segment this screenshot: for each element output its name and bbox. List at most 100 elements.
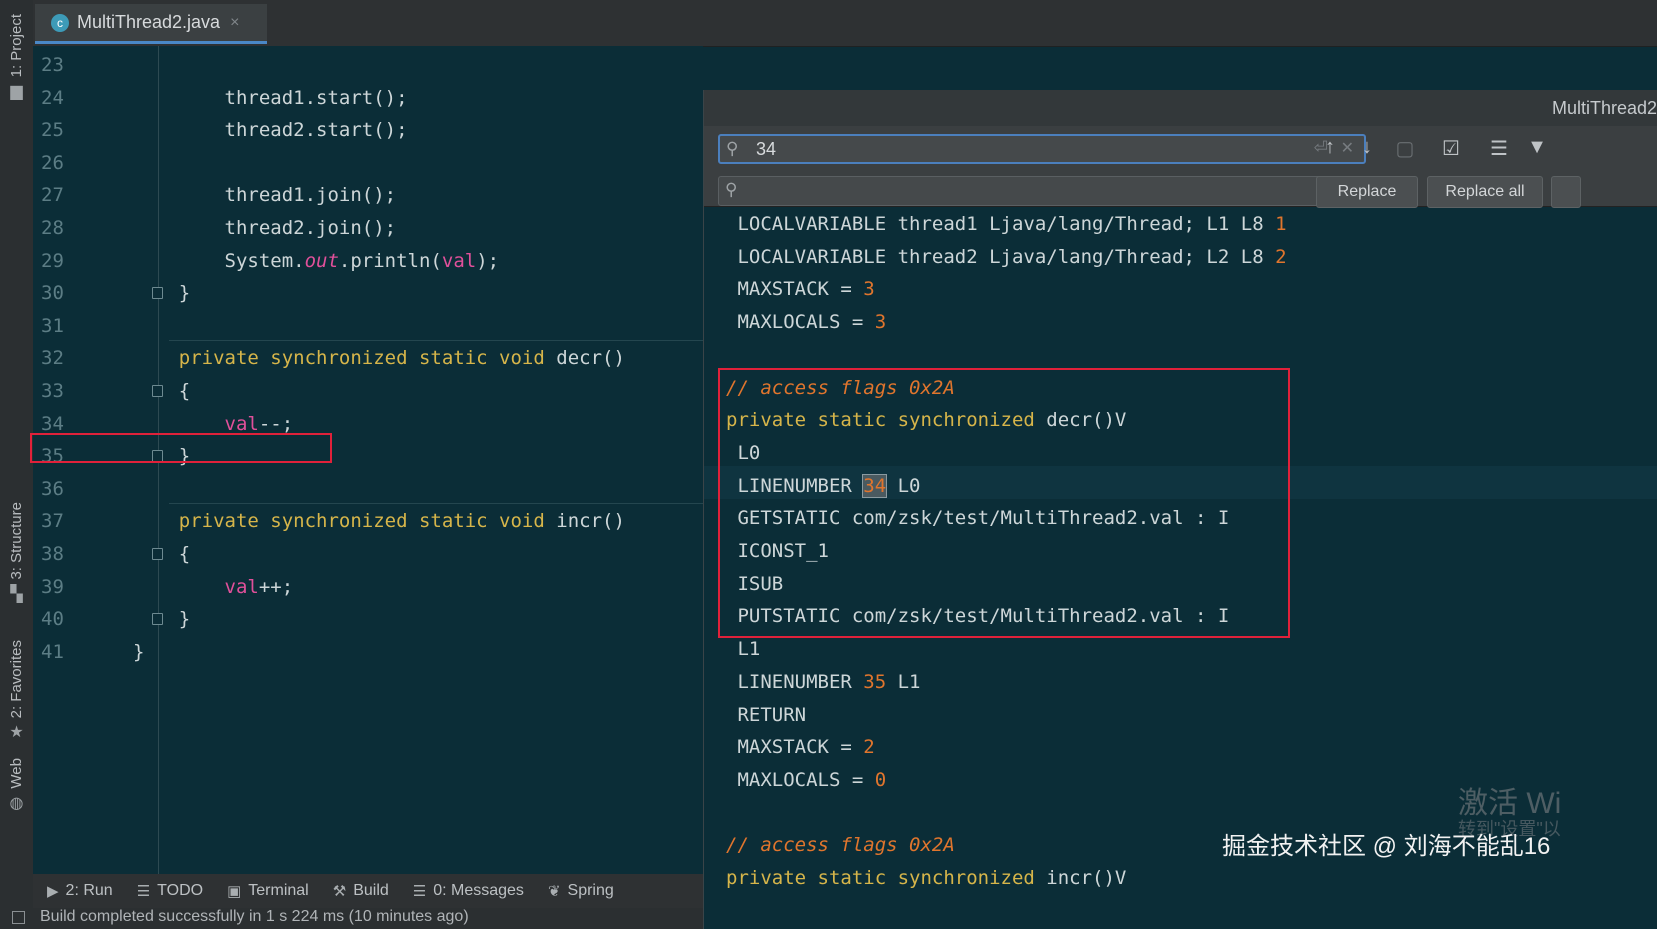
code-text: {: [133, 374, 190, 408]
bytecode-text: MAXLOCALS = 3: [726, 306, 886, 339]
bytecode-token: // access flags 0x2A: [726, 834, 955, 857]
code-token: --;: [258, 412, 294, 435]
bytecode-line[interactable]: MAXSTACK = 2: [704, 731, 1657, 764]
bytecode-token: private static synchronized: [726, 867, 1035, 889]
code-line-23[interactable]: 23: [33, 48, 703, 82]
exclude-button[interactable]: [1551, 176, 1581, 208]
bytecode-line[interactable]: LOCALVARIABLE thread2 Ljava/lang/Thread;…: [704, 241, 1657, 274]
line-number[interactable]: 36: [41, 472, 81, 506]
line-number[interactable]: 25: [41, 113, 81, 147]
line-number[interactable]: 37: [41, 504, 81, 538]
status-message: Build completed successfully in 1 s 224 …: [40, 908, 469, 925]
bytecode-line[interactable]: LINENUMBER 35 L1: [704, 666, 1657, 699]
replace-button[interactable]: Replace: [1316, 176, 1418, 208]
tool-tab-structure-label: 3: Structure: [8, 502, 25, 580]
line-number[interactable]: 38: [41, 537, 81, 571]
line-number[interactable]: 27: [41, 178, 81, 212]
close-icon[interactable]: ×: [230, 14, 239, 32]
line-number[interactable]: 24: [41, 81, 81, 115]
bytecode-title: MultiThread2: [1551, 98, 1657, 118]
code-token: private synchronized static void: [178, 347, 545, 370]
search-input[interactable]: ⚲ 34 ⏎ ✕: [718, 134, 1366, 164]
match-case-icon[interactable]: ☑: [1438, 136, 1464, 161]
bytecode-text: // access flags 0x2A: [726, 829, 955, 862]
code-token: thread2.join();: [133, 217, 397, 239]
code-line-29[interactable]: 29 System.out.println(val);: [33, 244, 703, 278]
code-line-25[interactable]: 25 thread2.start();: [33, 113, 703, 147]
bytecode-text: LINENUMBER 35 L1: [726, 666, 920, 699]
code-line-28[interactable]: 28 thread2.join();: [33, 211, 703, 245]
line-number[interactable]: 33: [41, 374, 81, 408]
line-number[interactable]: 39: [41, 570, 81, 604]
code-line-27[interactable]: 27 thread1.join();: [33, 178, 703, 212]
source-credit-watermark: 掘金技术社区 @ 刘海不能乱16: [1222, 833, 1551, 860]
bytecode-line[interactable]: MAXLOCALS = 3: [704, 306, 1657, 339]
tool-button-label: Terminal: [248, 882, 309, 899]
code-line-41[interactable]: 41}: [33, 635, 703, 669]
line-number[interactable]: 28: [41, 211, 81, 245]
file-tab-multithread2[interactable]: c MultiThread2.java ×: [35, 4, 267, 44]
line-number[interactable]: 23: [41, 48, 81, 82]
code-token: val: [224, 575, 259, 598]
code-line-36[interactable]: 36: [33, 472, 703, 506]
code-line-26[interactable]: 26: [33, 146, 703, 180]
code-line-33[interactable]: 33 {: [33, 374, 703, 408]
line-number[interactable]: 40: [41, 602, 81, 636]
star-icon: ★: [9, 724, 24, 742]
bytecode-line[interactable]: LOCALVARIABLE thread1 Ljava/lang/Thread;…: [704, 208, 1657, 241]
replace-all-button[interactable]: Replace all: [1427, 176, 1543, 208]
code-text: thread2.start();: [133, 113, 408, 147]
code-token: thread1.join();: [133, 184, 397, 207]
code-line-32[interactable]: 32 private synchronized static void decr…: [33, 341, 703, 375]
line-number[interactable]: 31: [41, 309, 81, 343]
bytecode-token: RETURN: [726, 703, 807, 726]
code-line-37[interactable]: 37 private synchronized static void incr…: [33, 504, 703, 538]
status-toggle-icon[interactable]: [12, 911, 25, 924]
line-number[interactable]: 32: [41, 341, 81, 375]
code-line-31[interactable]: 31: [33, 309, 703, 343]
tool-button-spring[interactable]: ❦ Spring: [548, 882, 614, 900]
code-token: {: [133, 543, 191, 565]
bytecode-line[interactable]: MAXSTACK = 3: [704, 273, 1657, 306]
tool-tab-structure[interactable]: 3: Structure ▚: [3, 502, 30, 604]
tool-tab-project[interactable]: 1: Project ▆: [3, 14, 30, 101]
replace-input[interactable]: ⚲: [718, 176, 1366, 206]
line-number[interactable]: 29: [41, 244, 81, 278]
code-text: private synchronized static void incr(): [133, 504, 625, 538]
tool-button-build[interactable]: ⚒ Build: [333, 882, 389, 900]
bytecode-token: LOCALVARIABLE thread1 Ljava/lang/Thread;…: [726, 213, 1276, 235]
code-token: {: [133, 380, 191, 402]
code-line-24[interactable]: 24 thread1.start();: [33, 81, 703, 115]
tool-button-0-messages[interactable]: ☰ 0: Messages: [413, 882, 524, 900]
tool-button-todo[interactable]: ☰ TODO: [137, 882, 203, 900]
bytecode-line[interactable]: private static synchronized incr()V: [704, 862, 1657, 895]
code-line-39[interactable]: 39 val++;: [33, 570, 703, 604]
tool-button-terminal[interactable]: ▣ Terminal: [227, 882, 309, 900]
tool-tab-favorites-label: 2: Favorites: [8, 640, 25, 719]
line-number[interactable]: 41: [41, 635, 81, 669]
bytecode-token: 0: [874, 768, 887, 791]
code-line-38[interactable]: 38 {: [33, 537, 703, 571]
tool-tab-web[interactable]: Web ◍: [3, 758, 30, 813]
bytecode-line[interactable]: [704, 339, 1657, 372]
previous-occurrence-icon[interactable]: ↑: [1317, 136, 1343, 159]
tool-button-2-run[interactable]: ▶ 2: Run: [47, 882, 113, 900]
play-icon: ▶: [47, 883, 59, 900]
next-occurrence-icon[interactable]: ↓: [1354, 136, 1380, 159]
filter-lines-icon[interactable]: ☰: [1486, 136, 1512, 161]
bytecode-line[interactable]: RETURN: [704, 699, 1657, 732]
code-token: thread1.start();: [133, 86, 408, 109]
status-bar: Build completed successfully in 1 s 224 …: [0, 908, 703, 929]
tool-tab-favorites[interactable]: 2: Favorites ★: [3, 640, 30, 742]
line-number[interactable]: 26: [41, 146, 81, 180]
bytecode-line[interactable]: L1: [704, 633, 1657, 666]
code-line-30[interactable]: 30 }: [33, 276, 703, 310]
line-number[interactable]: 30: [41, 276, 81, 310]
folder-icon: ▆: [10, 83, 23, 101]
select-all-occurrences-icon[interactable]: ▢: [1392, 136, 1418, 161]
code-line-40[interactable]: 40 }: [33, 602, 703, 636]
class-c-icon: c: [51, 13, 69, 32]
code-text: }: [133, 635, 144, 669]
filter-icon[interactable]: ▼: [1524, 136, 1550, 159]
